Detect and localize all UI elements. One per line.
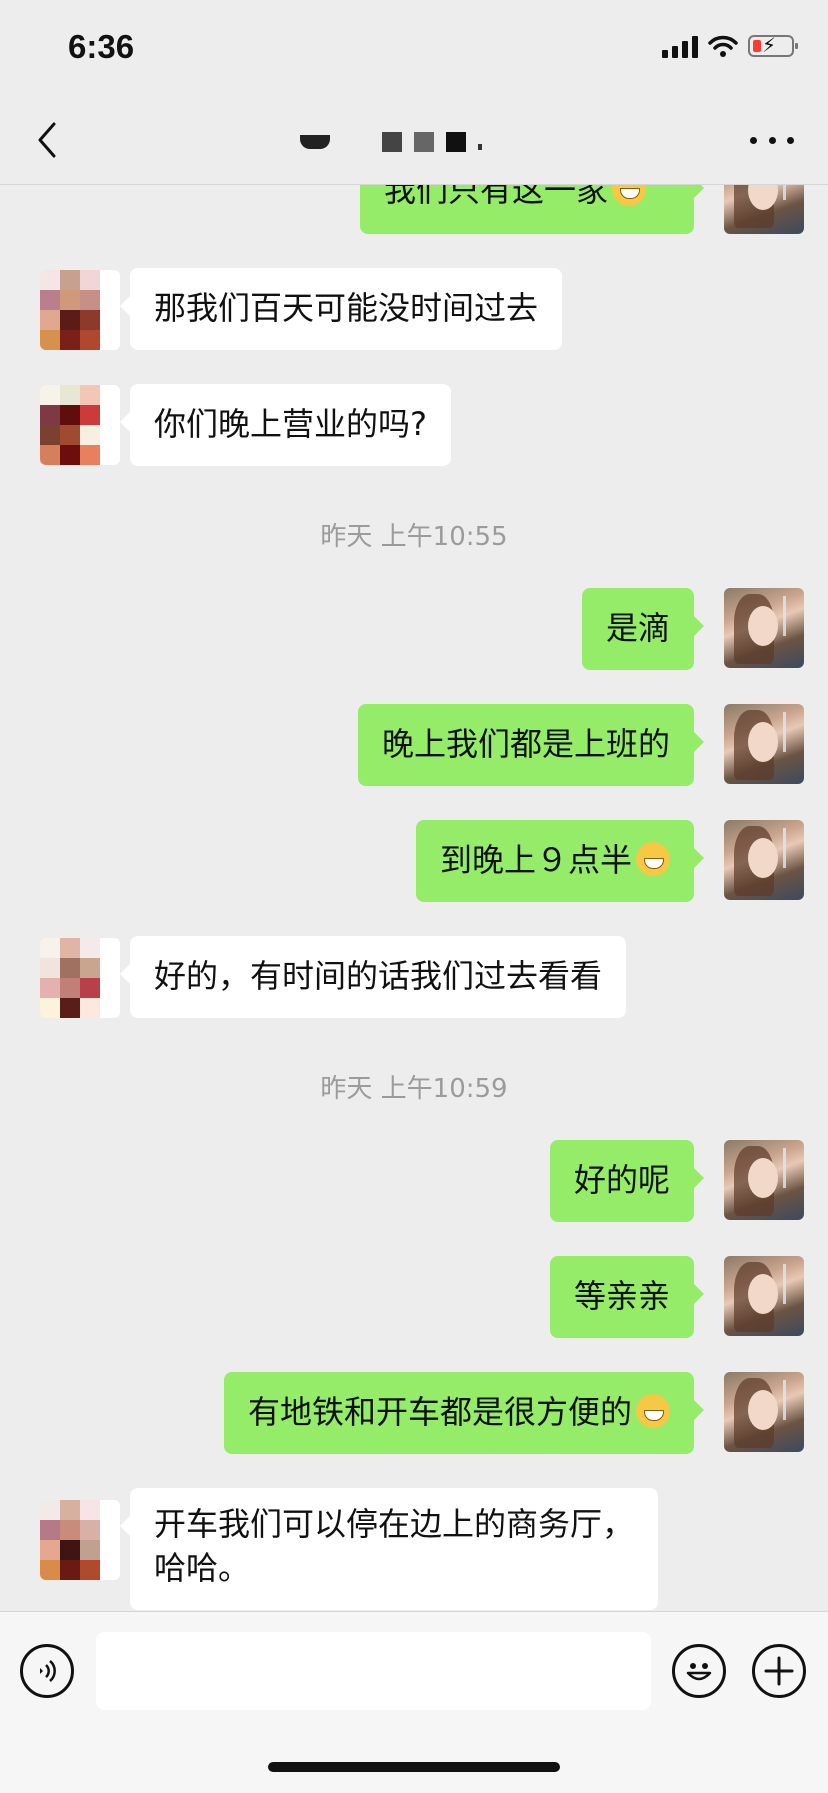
my-avatar[interactable] — [724, 1140, 804, 1220]
signal-icon — [662, 34, 698, 58]
message-input[interactable] — [96, 1632, 651, 1710]
message-text: 有地铁和开车都是很方便的 — [247, 1393, 632, 1431]
contact-avatar[interactable] — [40, 270, 120, 350]
message-text: 等亲亲 — [573, 1277, 670, 1315]
incoming-message[interactable]: 开车我们可以停在边上的商务厅， 哈哈。 — [119, 1488, 659, 1610]
thinking-emoji-icon — [636, 1394, 670, 1428]
more-dots-icon[interactable] — [750, 118, 794, 162]
time-divider: 昨天 上午10:59 — [320, 1074, 508, 1104]
status-icons: ⚡ — [662, 34, 798, 58]
outgoing-message[interactable]: 好的呢 — [549, 1140, 705, 1222]
my-avatar[interactable] — [724, 1372, 804, 1452]
contact-avatar[interactable] — [40, 938, 120, 1018]
outgoing-message[interactable]: 晚上我们都是上班的 — [357, 704, 705, 786]
outgoing-message[interactable]: 等亲亲 — [549, 1256, 705, 1338]
message-text-line2: 哈哈。 — [154, 1549, 251, 1587]
my-avatar[interactable] — [724, 1256, 804, 1336]
message-text: 晚上我们都是上班的 — [381, 725, 670, 763]
message-text: 那我们百天可能没时间过去 — [154, 289, 539, 327]
incoming-message[interactable]: 你们晚上营业的吗? — [120, 384, 451, 466]
contact-avatar[interactable] — [40, 1500, 120, 1580]
emoji-icon[interactable] — [672, 1644, 726, 1698]
outgoing-message[interactable]: 是滴 — [581, 588, 705, 670]
chat-header — [0, 100, 828, 185]
plus-icon[interactable] — [752, 1644, 806, 1698]
message-text: 到晚上９点半 — [439, 841, 632, 879]
message-text: 是滴 — [605, 609, 670, 647]
time-divider: 昨天 上午10:55 — [320, 522, 508, 552]
incoming-message[interactable]: 那我们百天可能没时间过去 — [119, 268, 563, 350]
contact-avatar[interactable] — [40, 385, 120, 465]
status-bar: 6:36 ⚡ — [0, 0, 828, 100]
incoming-message[interactable]: 好的，有时间的话我们过去看看 — [119, 936, 627, 1018]
message-text: 好的呢 — [573, 1161, 670, 1199]
chat-title-redacted — [300, 120, 540, 164]
message-text: 你们晚上营业的吗? — [154, 405, 427, 443]
chevron-left-icon[interactable] — [28, 118, 72, 162]
outgoing-message[interactable]: 有地铁和开车都是很方便的 — [223, 1372, 705, 1454]
outgoing-message[interactable]: 到晚上９点半 — [415, 820, 705, 902]
voice-icon[interactable] — [20, 1644, 74, 1698]
battery-charging-icon: ⚡ — [748, 34, 798, 57]
status-time: 6:36 — [68, 28, 135, 65]
message-text-line1: 开车我们可以停在边上的商务厅， — [154, 1505, 635, 1543]
message-text: 好的，有时间的话我们过去看看 — [154, 957, 603, 995]
wifi-icon — [708, 35, 738, 57]
home-indicator[interactable] — [268, 1762, 560, 1772]
my-avatar[interactable] — [724, 820, 804, 900]
grin-emoji-icon — [636, 842, 670, 876]
my-avatar[interactable] — [724, 704, 804, 784]
my-avatar[interactable] — [724, 588, 804, 668]
